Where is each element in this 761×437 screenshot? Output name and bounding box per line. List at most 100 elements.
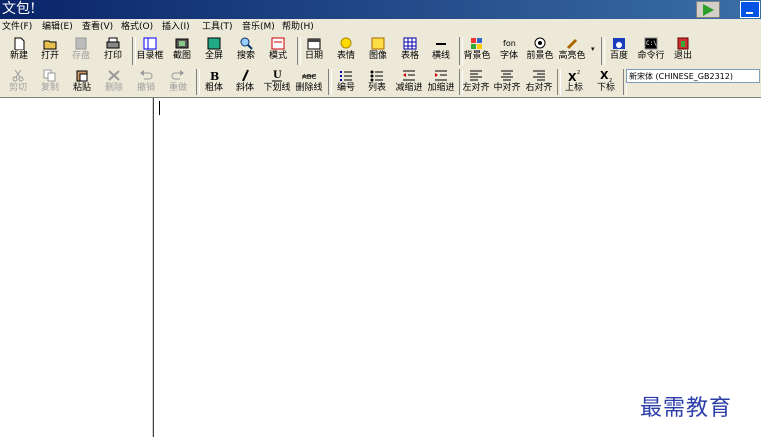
highlight-button[interactable]: 高亮色 [557, 35, 587, 62]
strikethrough-icon: ABC [302, 73, 316, 81]
numbered-list-icon [340, 71, 352, 81]
bold-label: 粗体 [204, 83, 223, 93]
hrule-button[interactable]: 横线 [426, 35, 456, 62]
menu-format[interactable]: 格式(O) [121, 21, 153, 33]
underline-label: 下划线 [263, 83, 291, 93]
indent-button[interactable]: 加缩进 [426, 67, 456, 94]
outdent-button[interactable]: 减缩进 [394, 67, 424, 94]
font-family-select[interactable]: 新宋体 (CHINESE_GB2312) [626, 69, 760, 83]
menu-file[interactable]: 文件(F) [2, 21, 32, 33]
strikethrough-button[interactable]: ABC 删除线 [294, 67, 324, 94]
redo-icon [171, 70, 184, 80]
menu-help[interactable]: 帮助(H) [282, 21, 314, 33]
print-button[interactable]: 打印 [98, 35, 128, 62]
redo-button[interactable]: 重做 [163, 67, 193, 94]
svg-text:X: X [568, 71, 577, 82]
exit-label: 退出 [673, 51, 692, 61]
mode-label: 模式 [268, 51, 287, 61]
open-button[interactable]: 打开 [35, 35, 65, 62]
title-bar-background [0, 0, 761, 19]
run-button[interactable] [696, 1, 720, 18]
new-button[interactable]: 新建 [4, 35, 34, 62]
new-file-icon [14, 37, 25, 50]
bullet-list-label: 列表 [367, 83, 386, 93]
cmd-button[interactable]: C:\ 命令行 [636, 35, 666, 62]
image-button[interactable]: 图像 [363, 35, 393, 62]
fullscreen-button[interactable]: 全屏 [199, 35, 229, 62]
save-disk-icon [75, 37, 87, 50]
italic-button[interactable]: 斜体 [230, 67, 260, 94]
baidu-button[interactable]: 百度 [604, 35, 634, 62]
highlight-dropdown-icon[interactable]: ▾ [591, 45, 595, 53]
screenshot-button[interactable]: 截图 [167, 35, 197, 62]
menu-tools[interactable]: 工具(T) [202, 21, 233, 33]
bullet-list-icon [370, 70, 383, 82]
outline-label: 目录框 [136, 51, 164, 61]
underline-button[interactable]: U 下划线 [262, 67, 292, 94]
highlight-label: 高亮色 [558, 51, 586, 61]
copy-label: 复制 [40, 83, 59, 93]
italic-label: 斜体 [235, 83, 254, 93]
hrule-label: 横线 [431, 51, 450, 61]
menu-bar: 文件(F) 编辑(E) 查看(V) 格式(O) 插入(I) 工具(T) 音乐(M… [0, 19, 761, 36]
svg-text:B: B [210, 70, 219, 82]
scissors-icon [12, 69, 24, 82]
table-icon [403, 37, 417, 50]
align-right-button[interactable]: 右对齐 [524, 67, 554, 94]
align-center-button[interactable]: 中对齐 [492, 67, 522, 94]
align-center-icon [501, 70, 513, 81]
pane-splitter[interactable] [151, 98, 154, 437]
mode-button[interactable]: 模式 [263, 35, 293, 62]
font-button[interactable]: fon 字体 [494, 35, 524, 62]
svg-text:fon: fon [503, 39, 516, 48]
superscript-button[interactable]: X 2 上标 [559, 67, 589, 94]
indent-icon [435, 70, 447, 81]
bold-button[interactable]: B 粗体 [199, 67, 229, 94]
delete-button[interactable]: 删除 [99, 67, 129, 94]
subscript-label: 下标 [596, 83, 615, 93]
align-left-button[interactable]: 左对齐 [461, 67, 491, 94]
bullet-list-button[interactable]: 列表 [362, 67, 392, 94]
svg-text:2: 2 [577, 70, 580, 76]
fullscreen-label: 全屏 [204, 51, 223, 61]
italic-icon [242, 69, 249, 82]
search-button[interactable]: 搜索 [231, 35, 261, 62]
subscript-button[interactable]: X 2 下标 [591, 67, 621, 94]
emoji-button[interactable]: 表情 [331, 35, 361, 62]
paste-button[interactable]: 粘贴 [67, 67, 97, 94]
numbering-button[interactable]: 编号 [331, 67, 361, 94]
menu-view[interactable]: 查看(V) [82, 21, 113, 33]
svg-text:ABC: ABC [302, 73, 316, 81]
superscript-label: 上标 [564, 83, 583, 93]
cut-label: 剪切 [8, 83, 27, 93]
minimize-button[interactable] [740, 1, 760, 18]
date-button[interactable]: 日期 [299, 35, 329, 62]
outline-pane[interactable] [0, 98, 152, 437]
editor-area[interactable] [155, 98, 761, 437]
svg-text:2: 2 [609, 78, 612, 82]
outline-button[interactable]: 目录框 [135, 35, 165, 62]
calendar-icon [307, 38, 321, 50]
copy-button[interactable]: 复制 [35, 67, 65, 94]
align-left-icon [470, 70, 482, 81]
foreground-color-icon [534, 37, 546, 49]
cut-button[interactable]: 剪切 [3, 67, 33, 94]
save-label: 存盘 [71, 51, 90, 61]
table-button[interactable]: 表格 [395, 35, 425, 62]
exit-button[interactable]: 退出 [668, 35, 698, 62]
open-folder-icon [43, 40, 57, 50]
menu-edit[interactable]: 编辑(E) [42, 21, 73, 33]
underline-icon: U [272, 70, 282, 82]
background-color-icon [471, 38, 482, 49]
indent-label: 加缩进 [427, 83, 455, 93]
menu-music[interactable]: 音乐(M) [242, 21, 275, 33]
fgcolor-button[interactable]: 前景色 [525, 35, 555, 62]
subscript-icon: X2 [600, 69, 612, 82]
bgcolor-button[interactable]: 背景色 [462, 35, 492, 62]
menu-insert[interactable]: 插入(I) [162, 21, 190, 33]
save-button[interactable]: 存盘 [66, 35, 96, 62]
paste-clipboard-icon [76, 70, 88, 82]
printer-icon [106, 37, 120, 49]
undo-button[interactable]: 撤销 [131, 67, 161, 94]
delete-x-icon [108, 70, 120, 81]
